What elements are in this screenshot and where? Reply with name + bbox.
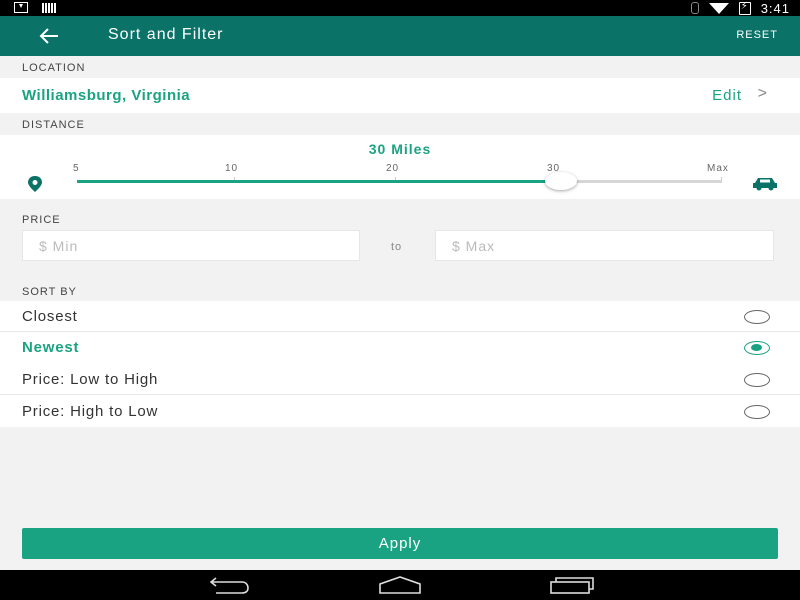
sort-option-label: Newest [22, 339, 80, 356]
distance-slider-fill [77, 180, 556, 183]
price-section-label: PRICE [22, 214, 61, 226]
system-nav-bar [0, 570, 800, 600]
bluetooth-icon [690, 2, 699, 14]
sort-option-price-high-low[interactable]: Price: High to Low [0, 396, 800, 427]
radio-button[interactable] [744, 405, 770, 419]
signal-bars-icon [42, 2, 56, 13]
status-bar: 3:41 [0, 0, 800, 16]
location-row[interactable]: Williamsburg, Virginia Edit > [0, 78, 800, 113]
location-value: Williamsburg, Virginia [22, 87, 191, 104]
distance-row: 30 Miles 5 10 20 30 Max [0, 135, 800, 199]
price-max-placeholder: $ Max [452, 238, 496, 254]
car-icon [753, 178, 777, 191]
sort-option-label: Closest [22, 308, 78, 325]
divider [0, 394, 800, 395]
price-min-placeholder: $ Min [39, 238, 79, 254]
back-nav-icon[interactable] [206, 576, 252, 594]
arrow-left-icon[interactable] [38, 27, 60, 45]
apply-button[interactable]: Apply [22, 528, 778, 559]
location-section-label: LOCATION [22, 62, 86, 74]
reset-button[interactable]: RESET [736, 29, 778, 41]
battery-charging-icon [738, 1, 751, 15]
distance-slider-thumb[interactable] [545, 172, 577, 190]
radio-button[interactable] [744, 373, 770, 387]
sort-section-label: SORT BY [22, 286, 77, 298]
map-pin-icon [28, 176, 42, 192]
status-time: 3:41 [760, 0, 790, 16]
sort-options-list: Closest Newest Price: Low to High Price:… [0, 301, 800, 427]
distance-tick-label: Max [707, 163, 729, 174]
sort-option-label: Price: Low to High [22, 371, 159, 388]
home-nav-icon[interactable] [377, 576, 423, 594]
sort-option-price-low-high[interactable]: Price: Low to High [0, 364, 800, 395]
price-to-label: to [391, 241, 403, 253]
download-icon [14, 2, 28, 13]
sort-option-label: Price: High to Low [22, 403, 159, 420]
wifi-icon [708, 2, 729, 14]
distance-tick-label: 5 [73, 163, 80, 174]
distance-slider[interactable] [77, 172, 722, 190]
radio-button[interactable] [744, 310, 770, 324]
recents-nav-icon[interactable] [549, 576, 595, 594]
page-title: Sort and Filter [108, 26, 224, 43]
sort-option-newest[interactable]: Newest [0, 332, 800, 363]
price-max-input[interactable]: $ Max [435, 230, 774, 261]
price-min-input[interactable]: $ Min [22, 230, 360, 261]
chevron-right-icon: > [757, 85, 767, 102]
distance-section-label: DISTANCE [22, 119, 85, 131]
location-edit-button[interactable]: Edit [712, 87, 742, 104]
distance-value: 30 Miles [368, 141, 432, 157]
distance-tick-label: 10 [225, 163, 239, 174]
distance-tick-label: 20 [386, 163, 400, 174]
radio-button-selected[interactable] [744, 341, 770, 355]
sort-option-closest[interactable]: Closest [0, 301, 800, 332]
app-bar: Sort and Filter RESET [0, 16, 800, 56]
